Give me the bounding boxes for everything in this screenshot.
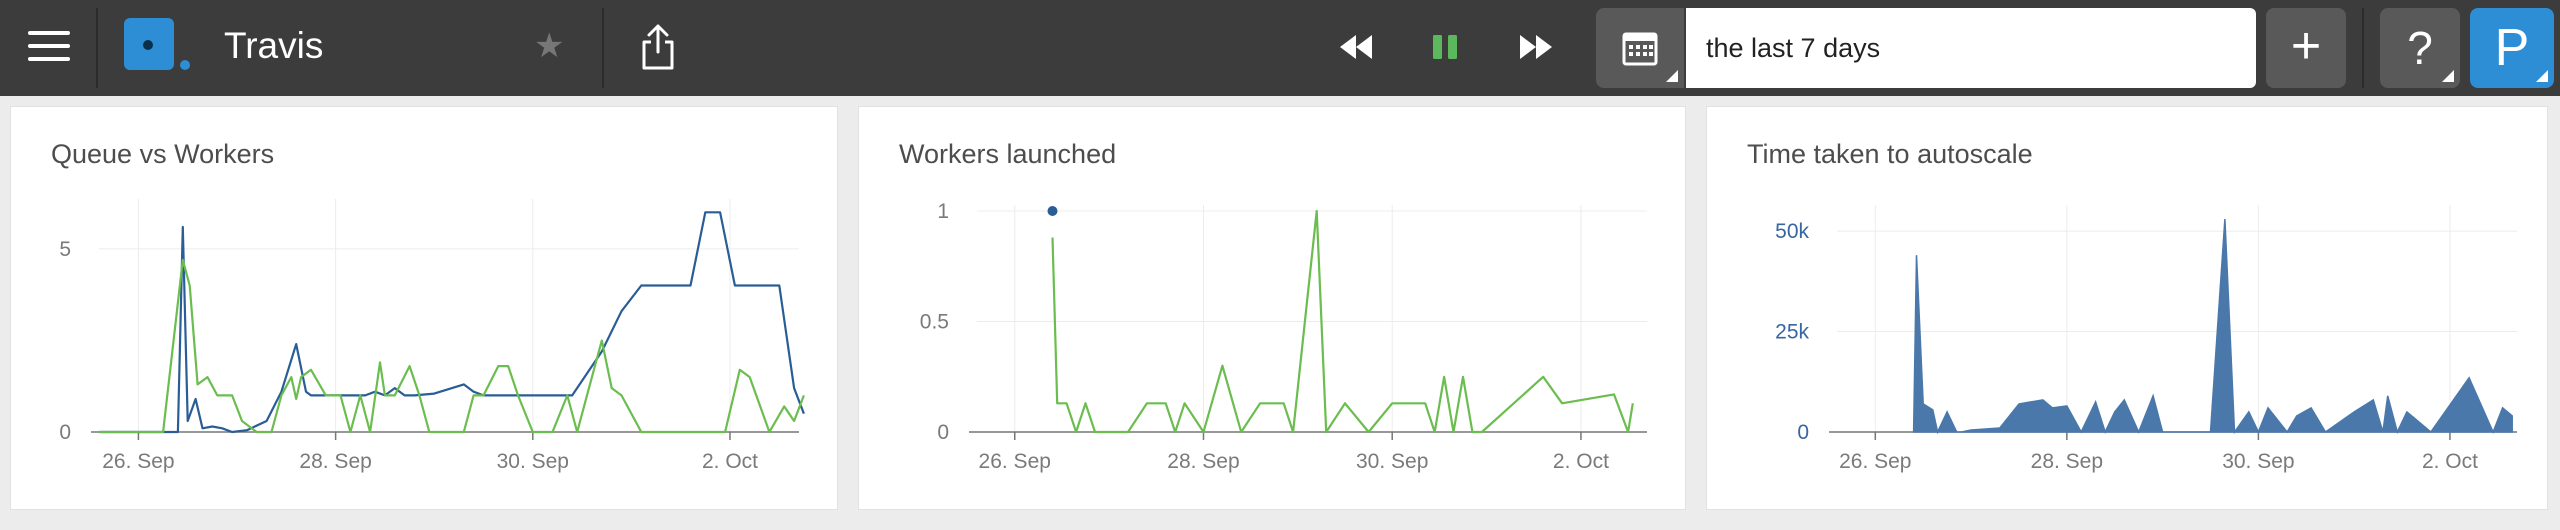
x-tick-label: 28. Sep (1167, 450, 1239, 473)
y-tick-label: 5 (59, 238, 71, 261)
user-profile-button[interactable]: P (2470, 8, 2554, 88)
dropdown-corner-icon (2442, 70, 2454, 82)
share-icon[interactable] (638, 22, 678, 72)
navbar-divider (2362, 8, 2364, 88)
help-label: ? (2407, 22, 2433, 74)
series-line[interactable] (99, 211, 805, 434)
x-tick-label: 30. Sep (2222, 450, 2294, 473)
panel-queue-vs-workers: Queue vs Workers 26. Sep 28. Sep 30. Sep 2.… (10, 106, 838, 510)
series-line[interactable] (99, 258, 805, 434)
logo-dot (180, 60, 190, 70)
user-initial: P (2494, 19, 2530, 77)
rewind-icon[interactable] (1336, 22, 1376, 72)
x-tick-label: 2. Oct (2422, 450, 2478, 473)
x-tick-label: 26. Sep (979, 450, 1051, 473)
fast-forward-icon[interactable] (1516, 22, 1556, 72)
y-tick-label: 0 (937, 421, 949, 444)
y-tick-label: 1 (937, 200, 949, 223)
data-point-marker[interactable] (1047, 206, 1058, 216)
workers-launched-chart: 26. Sep 28. Sep 30. Sep 2. Oct 0 0.5 1 (920, 200, 1647, 473)
logo-icon[interactable] (124, 18, 174, 70)
time-range-input[interactable] (1686, 8, 2256, 88)
y-tick-label: 25k (1775, 321, 1809, 344)
calendar-icon (1622, 32, 1658, 66)
calendar-button[interactable] (1596, 8, 1684, 88)
panel-workers-launched: Workers launched 26. Sep 28. Sep 30. Sep 2.… (858, 106, 1686, 510)
x-tick-label: 2. Oct (1553, 450, 1609, 473)
y-tick-label: 0.5 (920, 311, 949, 334)
panel-time-to-autoscale: Time taken to autoscale 26. Sep 28. Sep 30… (1706, 106, 2548, 510)
top-navbar: Travis ★ the last 7 days + ? P (0, 0, 2560, 96)
y-tick-label: 0 (59, 421, 71, 444)
help-button[interactable]: ? (2380, 8, 2460, 88)
series-area[interactable] (1912, 218, 2513, 435)
add-button[interactable]: + (2266, 8, 2346, 88)
y-tick-label: 50k (1775, 220, 1809, 243)
x-tick-label: 26. Sep (1839, 450, 1911, 473)
dropdown-corner-icon (1666, 70, 1678, 82)
queue-vs-workers-chart: 26. Sep 28. Sep 30. Sep 2. Oct 0 5 (59, 199, 805, 473)
navbar-divider (602, 8, 604, 88)
x-tick-label: 26. Sep (102, 450, 174, 473)
pause-icon[interactable] (1430, 22, 1460, 72)
x-tick-label: 28. Sep (299, 450, 371, 473)
x-tick-label: 30. Sep (497, 450, 569, 473)
dropdown-corner-icon (2536, 70, 2548, 82)
star-icon[interactable]: ★ (534, 26, 564, 66)
time-to-autoscale-chart: 26. Sep 28. Sep 30. Sep 2. Oct 0 25k 50k (1775, 205, 2517, 473)
hamburger-menu-icon[interactable] (28, 31, 70, 65)
y-tick-label: 0 (1797, 421, 1809, 444)
x-tick-label: 2. Oct (702, 450, 758, 473)
navbar-divider (96, 8, 98, 88)
x-tick-label: 28. Sep (2031, 450, 2103, 473)
x-tick-label: 30. Sep (1356, 450, 1428, 473)
dashboard-title[interactable]: Travis (224, 24, 323, 68)
